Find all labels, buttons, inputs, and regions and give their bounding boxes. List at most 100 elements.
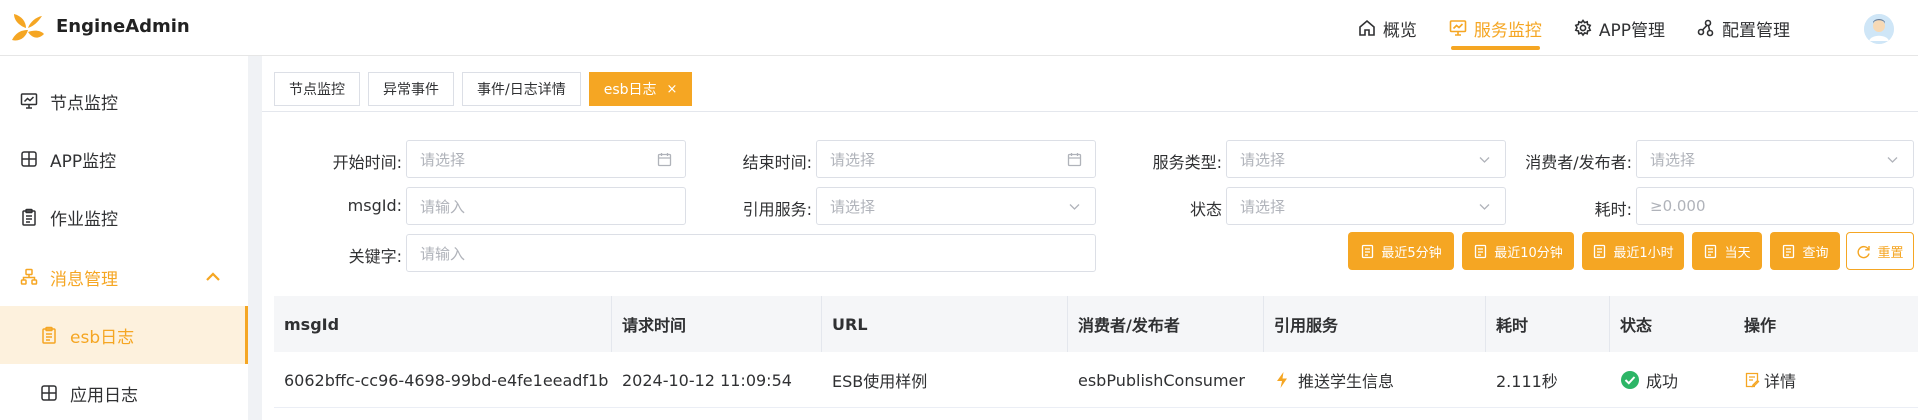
tabs-divider: [262, 111, 1918, 112]
topnav-overview[interactable]: 概览: [1342, 0, 1433, 56]
sidebar-item-app-monitor[interactable]: APP监控: [0, 130, 248, 188]
start-time-picker[interactable]: 请选择: [406, 140, 686, 178]
start-time-label: 开始时间:: [332, 153, 402, 172]
monitor-icon: [20, 93, 38, 109]
sidebar-item-message-manage[interactable]: 消息管理: [0, 248, 248, 306]
tab-label: 异常事件: [383, 82, 439, 98]
tab-label: 节点监控: [289, 82, 345, 98]
column-header-request-time[interactable]: 请求时间: [612, 296, 822, 352]
avatar[interactable]: [1864, 14, 1894, 44]
sidebar-item-label: 消息管理: [50, 269, 118, 290]
last-1h-button[interactable]: 最近1小时: [1582, 232, 1684, 270]
today-label: 当天: [1724, 245, 1751, 261]
chevron-down-icon: [1069, 204, 1080, 210]
keyword-placeholder: 请输入: [420, 244, 466, 263]
duration-placeholder: ≥0.000: [1650, 197, 1706, 215]
column-header-url[interactable]: URL: [822, 296, 1068, 352]
top-bar: EngineAdmin 概览 服务监控 APP管理 配置管理: [0, 0, 1918, 56]
tab-event-log-detail[interactable]: 事件/日志详情: [462, 72, 581, 106]
status-text: 成功: [1646, 372, 1679, 391]
sidebar-item-label: esb日志: [70, 327, 135, 348]
chevron-down-icon: [1479, 204, 1490, 210]
cell-consumer: esbPublishConsumer: [1078, 370, 1245, 390]
reset-label: 重置: [1877, 245, 1904, 261]
cell-request-time: 2024-10-12 11:09:54: [622, 370, 792, 390]
user-avatar-icon: [1864, 14, 1894, 44]
cell-duration: 2.111秒: [1496, 372, 1558, 391]
msgid-label: msgId:: [347, 196, 402, 215]
grid-icon: [41, 385, 57, 401]
monitor-icon: [1449, 20, 1467, 36]
end-time-picker[interactable]: 请选择: [816, 140, 1096, 178]
last-10min-button[interactable]: 最近10分钟: [1462, 232, 1574, 270]
column-header-status[interactable]: 状态: [1610, 296, 1734, 352]
start-time-placeholder: 请选择: [420, 150, 466, 169]
consumer-placeholder: 请选择: [1650, 150, 1696, 169]
document-icon: [1594, 244, 1606, 258]
topnav-overview-label: 概览: [1382, 20, 1417, 41]
sidebar-item-app-log[interactable]: 应用日志: [0, 364, 248, 420]
topnav-config-manage-label: 配置管理: [1722, 20, 1790, 41]
end-time-label: 结束时间:: [742, 153, 812, 172]
calendar-icon: [1067, 153, 1082, 167]
service-type-placeholder: 请选择: [1240, 150, 1286, 169]
tab-esb-log[interactable]: esb日志 ×: [588, 72, 693, 106]
tab-abnormal-events[interactable]: 异常事件: [368, 72, 454, 106]
service-type-select[interactable]: 请选择: [1226, 140, 1506, 178]
table-header: msgId 请求时间 URL 消费者/发布者 引用服务 耗时 状态 操作: [274, 296, 1918, 352]
topnav-service-monitor[interactable]: 服务监控: [1433, 0, 1558, 56]
column-header-ref-service[interactable]: 引用服务: [1264, 296, 1486, 352]
sidebar-item-label: APP监控: [50, 151, 117, 172]
tab-bar: 节点监控 异常事件 事件/日志详情 esb日志 ×: [274, 72, 693, 106]
close-icon[interactable]: ×: [667, 82, 678, 97]
query-label: 查询: [1802, 245, 1829, 261]
cell-ref-service: 推送学生信息: [1264, 352, 1486, 408]
today-button[interactable]: 当天: [1692, 232, 1762, 270]
reset-button[interactable]: 重置: [1846, 232, 1914, 270]
detail-button[interactable]: 详情: [1734, 352, 1918, 408]
message-icon: [20, 268, 38, 285]
sidebar-item-node-monitor[interactable]: 节点监控: [0, 72, 248, 130]
sidebar-item-label: 节点监控: [50, 93, 118, 114]
document-icon: [1475, 244, 1487, 258]
chevron-down-icon: [1479, 157, 1490, 163]
last-5min-button[interactable]: 最近5分钟: [1348, 232, 1454, 270]
consumer-label: 消费者/发布者:: [1525, 153, 1632, 172]
consumer-select[interactable]: 请选择: [1636, 140, 1914, 178]
column-header-duration[interactable]: 耗时: [1486, 296, 1610, 352]
topnav-app-manage-label: APP管理: [1598, 20, 1665, 41]
keyword-input[interactable]: 请输入: [406, 234, 1096, 272]
end-time-placeholder: 请选择: [830, 150, 876, 169]
topnav-config-manage[interactable]: 配置管理: [1681, 0, 1806, 56]
main-panel: 节点监控 异常事件 事件/日志详情 esb日志 × 开始时间: 请选择 结束时间…: [262, 56, 1918, 420]
duration-input[interactable]: ≥0.000: [1636, 187, 1914, 225]
calendar-icon: [657, 153, 672, 167]
document-icon: [1783, 244, 1795, 258]
refresh-icon: [1857, 245, 1871, 258]
sidebar-item-label: 作业监控: [50, 209, 118, 230]
ref-service-select[interactable]: 请选择: [816, 187, 1096, 225]
table-row[interactable]: 6062bffc-cc96-4698-99bd-e4fe1eeadf1b 202…: [274, 352, 1918, 408]
column-header-consumer[interactable]: 消费者/发布者: [1068, 296, 1264, 352]
detail-label: 详情: [1764, 372, 1797, 391]
column-header-msgid[interactable]: msgId: [274, 296, 612, 352]
document-icon: [42, 326, 56, 344]
tab-node-monitor[interactable]: 节点监控: [274, 72, 360, 106]
clipboard-icon: [22, 208, 36, 226]
grid-icon: [21, 151, 37, 167]
check-circle-icon: [1621, 371, 1639, 389]
ref-service-label: 引用服务:: [742, 200, 812, 219]
cluster-icon: [1697, 19, 1714, 37]
last-5min-label: 最近5分钟: [1381, 245, 1442, 261]
chevron-down-icon: [1887, 157, 1898, 163]
msgid-input[interactable]: 请输入: [406, 187, 686, 225]
query-button[interactable]: 查询: [1770, 232, 1840, 270]
brand-name: EngineAdmin: [56, 16, 190, 37]
last-10min-label: 最近10分钟: [1494, 245, 1563, 261]
sidebar-item-job-monitor[interactable]: 作业监控: [0, 188, 248, 246]
status-select[interactable]: 请选择: [1226, 187, 1506, 225]
topnav-app-manage[interactable]: APP管理: [1558, 0, 1681, 56]
msgid-placeholder: 请输入: [420, 197, 466, 216]
sidebar-item-esb-log[interactable]: esb日志: [0, 306, 248, 364]
column-header-action: 操作: [1744, 316, 1777, 335]
